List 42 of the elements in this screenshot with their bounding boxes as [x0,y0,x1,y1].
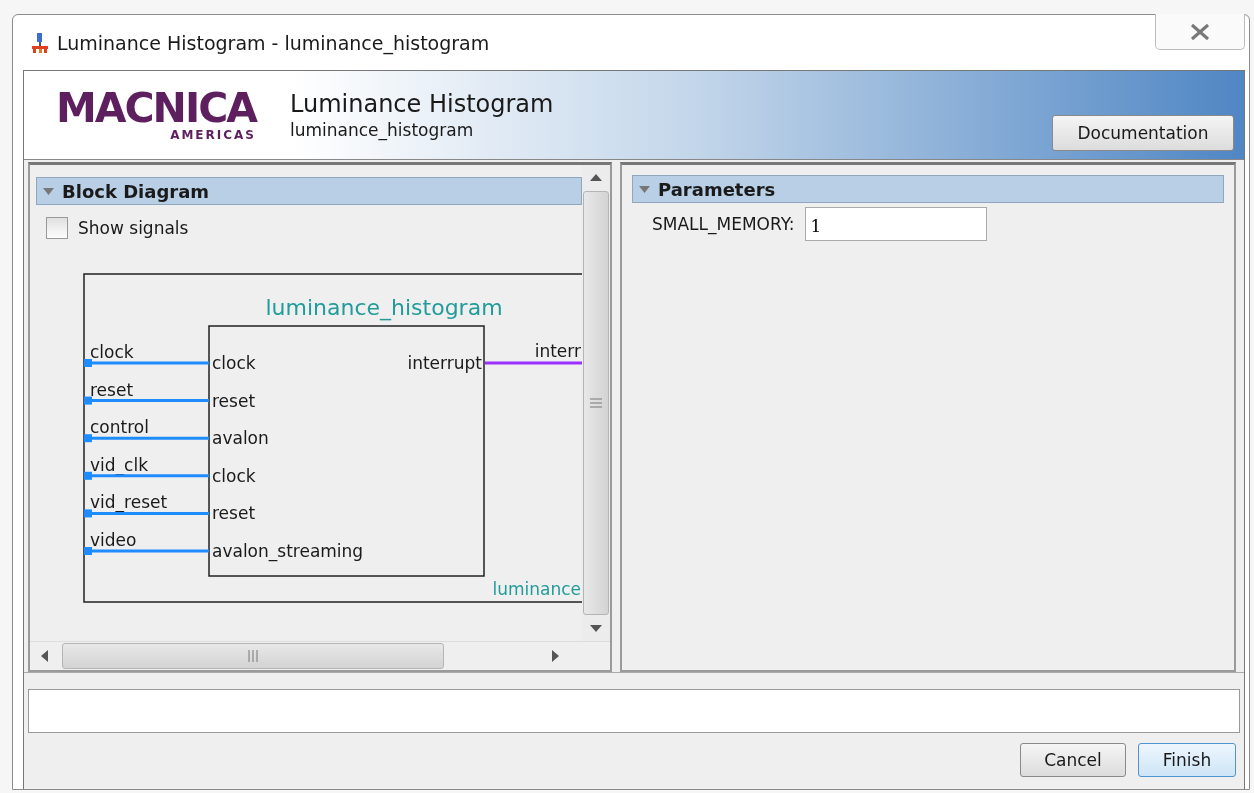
parameter-label: SMALL_MEMORY: [652,214,795,234]
port-label: interrupt [407,353,482,373]
checkbox-label: Show signals [78,218,189,238]
signal-label: vid_reset [90,492,168,513]
app-icon [31,32,49,53]
section-title: Block Diagram [62,180,210,202]
horizontal-scrollbar[interactable] [30,641,610,670]
close-icon [1189,22,1211,41]
section-title: Parameters [658,178,776,200]
close-button[interactable] [1155,14,1245,50]
scroll-down-arrow-icon[interactable] [590,625,602,633]
port-label: avalon [212,428,269,449]
grip-icon [248,650,258,662]
signal-label: vid_clk [90,454,148,475]
instance-label: luminance [492,579,581,599]
signal-label: video [90,530,137,550]
dialog-button[interactable]: Finish [1138,743,1236,777]
grip-icon [590,398,602,408]
show-signals-checkbox[interactable] [46,217,68,239]
window-title: Luminance Histogram - luminance_histogram [57,31,490,54]
scroll-right-arrow-icon[interactable] [552,650,560,662]
scroll-up-arrow-icon[interactable] [590,173,602,181]
component-name: luminance_histogram [290,120,475,140]
port-label: reset [212,390,256,411]
scroll-left-arrow-icon[interactable] [40,650,48,662]
port-label: reset [212,503,256,524]
dialog-button[interactable]: Cancel [1020,743,1126,777]
signal-label: reset [90,379,134,400]
signal-label: interr [534,341,581,361]
parameter-input[interactable]: 1 [804,207,987,241]
signal-label: clock [90,342,134,362]
port-label: clock [212,353,256,373]
port-label: clock [212,465,256,486]
component-title-label: luminance_histogram [265,295,503,320]
signal-label: control [90,417,149,438]
logo-subtext: AMERICAS [170,128,256,142]
section-header[interactable]: Parameters [632,175,1224,203]
section-header[interactable]: Block Diagram [36,177,582,205]
port-label: avalon_streaming [212,541,364,561]
logo-text: MACNICA [56,88,256,128]
documentation-button[interactable]: Documentation [1052,115,1234,151]
component-title: Luminance Histogram [290,90,555,118]
